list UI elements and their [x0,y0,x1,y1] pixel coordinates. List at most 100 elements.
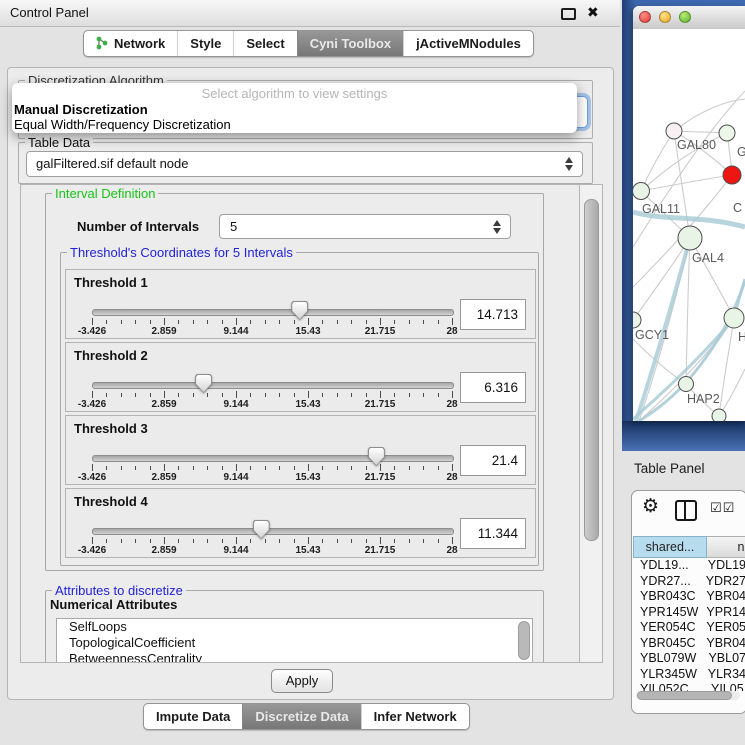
tick-mark [423,466,424,470]
tick-label: -3.426 [62,472,122,483]
slider-scale: -3.4262.8599.14415.4321.71528 [92,317,452,339]
column-header-name[interactable]: na [707,536,745,558]
network-node[interactable] [724,308,744,328]
threshold-value-field[interactable]: 21.4 [460,445,526,476]
network-node[interactable] [723,166,741,184]
popup-option-manual-discretization[interactable]: Manual Discretization [12,102,577,117]
tick-label: 15.43 [278,399,338,410]
tick-label: 2.859 [134,545,194,556]
table-row[interactable]: YPR145WYPR14 [633,605,745,621]
stepper-icon [565,156,574,172]
tick-mark [308,391,309,398]
tick-mark [265,539,266,543]
traffic-close-icon[interactable] [639,11,651,23]
table-row[interactable]: YLR345WYLR34 [633,667,745,683]
tick-mark [150,393,151,397]
tick-label: 2.859 [134,326,194,337]
tick-mark [178,539,179,543]
horizontal-scrollbar[interactable] [636,691,740,700]
scrollbar-thumb[interactable] [584,199,599,541]
numerical-attributes-list[interactable]: SelfLoopsTopologicalCoefficientBetweenne… [56,618,533,663]
group-title: Table Data [25,135,93,150]
tick-label: 15.43 [278,545,338,556]
tick-mark [135,466,136,470]
network-node[interactable] [678,226,702,250]
table-row[interactable]: YBL079WYBL07 [633,651,745,667]
tick-mark [337,539,338,543]
float-window-icon[interactable] [561,8,576,20]
tick-mark [279,539,280,543]
vertical-scrollbar[interactable] [579,185,602,662]
tab-network[interactable]: Network [84,31,177,56]
network-node[interactable] [719,125,735,141]
scrollbar-thumb[interactable] [637,691,732,700]
traffic-minimize-icon[interactable] [659,11,671,23]
tab-discretize-data[interactable]: Discretize Data [242,704,360,729]
tick-mark [121,466,122,470]
slider-track[interactable] [92,382,454,389]
cell-name: YBR04 [702,589,745,605]
cell-name: YDR27 [702,574,745,590]
tick-mark [409,539,410,543]
network-window: GAL80GCGAL11GAL4GCY1HHAP2 [633,6,745,421]
tab-infer-network[interactable]: Infer Network [361,704,469,729]
table-row[interactable]: YBR045CYBR04 [633,636,745,652]
column-header-shared[interactable]: shared... [633,536,707,558]
tab-jactivemnodules[interactable]: jActiveMNodules [403,31,533,56]
tab-select[interactable]: Select [233,31,296,56]
network-window-titlebar[interactable] [633,6,745,30]
network-icon [96,33,109,57]
tick-label: 15.43 [278,472,338,483]
network-node[interactable] [679,377,694,392]
tick-mark [250,320,251,324]
attribute-item[interactable]: SelfLoops [57,619,532,635]
tick-mark [294,393,295,397]
cell-name: YIL05 [707,682,744,691]
tab-style[interactable]: Style [177,31,233,56]
tick-label: 2.859 [134,472,194,483]
table-row[interactable]: YBR043CYBR04 [633,589,745,605]
threshold-value-field[interactable]: 14.713 [460,299,526,330]
columns-icon[interactable] [675,500,697,521]
apply-button[interactable]: Apply [271,669,333,693]
network-node[interactable] [633,183,650,200]
cell-shared-name: YBR045C [633,636,702,652]
tick-mark [380,464,381,471]
network-node[interactable] [633,312,641,328]
checkboxes-icon[interactable]: ☑☑ [710,500,735,516]
tick-mark [452,318,453,325]
table-row[interactable]: YDR27...YDR27 [633,574,745,590]
threshold-label: Threshold 3 [74,421,148,436]
table-data-combobox[interactable]: galFiltered.sif default node [26,151,583,177]
tick-mark [366,539,367,543]
popup-option-equal-width-frequency[interactable]: Equal Width/Frequency Discretization [12,117,577,132]
network-node[interactable] [712,409,726,421]
gear-icon[interactable]: ⚙ [642,495,659,518]
tick-label: 21.715 [350,399,410,410]
tick-mark [394,320,395,324]
table-row[interactable]: YER054CYER05 [633,620,745,636]
slider-track[interactable] [92,528,454,535]
close-icon[interactable]: ✖ [587,4,599,21]
tick-mark [250,393,251,397]
table-row[interactable]: YDL19...YDL19 [633,558,745,574]
tick-mark [92,391,93,398]
attribute-item[interactable]: BetweennessCentrality [57,651,532,663]
attribute-item[interactable]: TopologicalCoefficient [57,635,532,651]
table-row[interactable]: YIL052CYIL05 [633,682,745,691]
network-node[interactable] [666,123,682,139]
slider-track[interactable] [92,309,454,316]
tick-mark [322,320,323,324]
tick-mark [294,539,295,543]
network-node-label: HAP2 [687,392,720,406]
network-canvas[interactable]: GAL80GCGAL11GAL4GCY1HHAP2 [633,29,745,421]
scrollbar-thumb[interactable] [518,621,530,660]
tab-cyni-toolbox[interactable]: Cyni Toolbox [297,31,403,56]
slider-track[interactable] [92,455,454,462]
network-frame-bottom [622,421,745,451]
threshold-value-field[interactable]: 6.316 [460,372,526,403]
num-intervals-spinner[interactable]: 5 [219,214,511,239]
threshold-value-field[interactable]: 11.344 [460,518,526,549]
traffic-zoom-icon[interactable] [679,11,691,23]
tab-impute-data[interactable]: Impute Data [144,704,242,729]
